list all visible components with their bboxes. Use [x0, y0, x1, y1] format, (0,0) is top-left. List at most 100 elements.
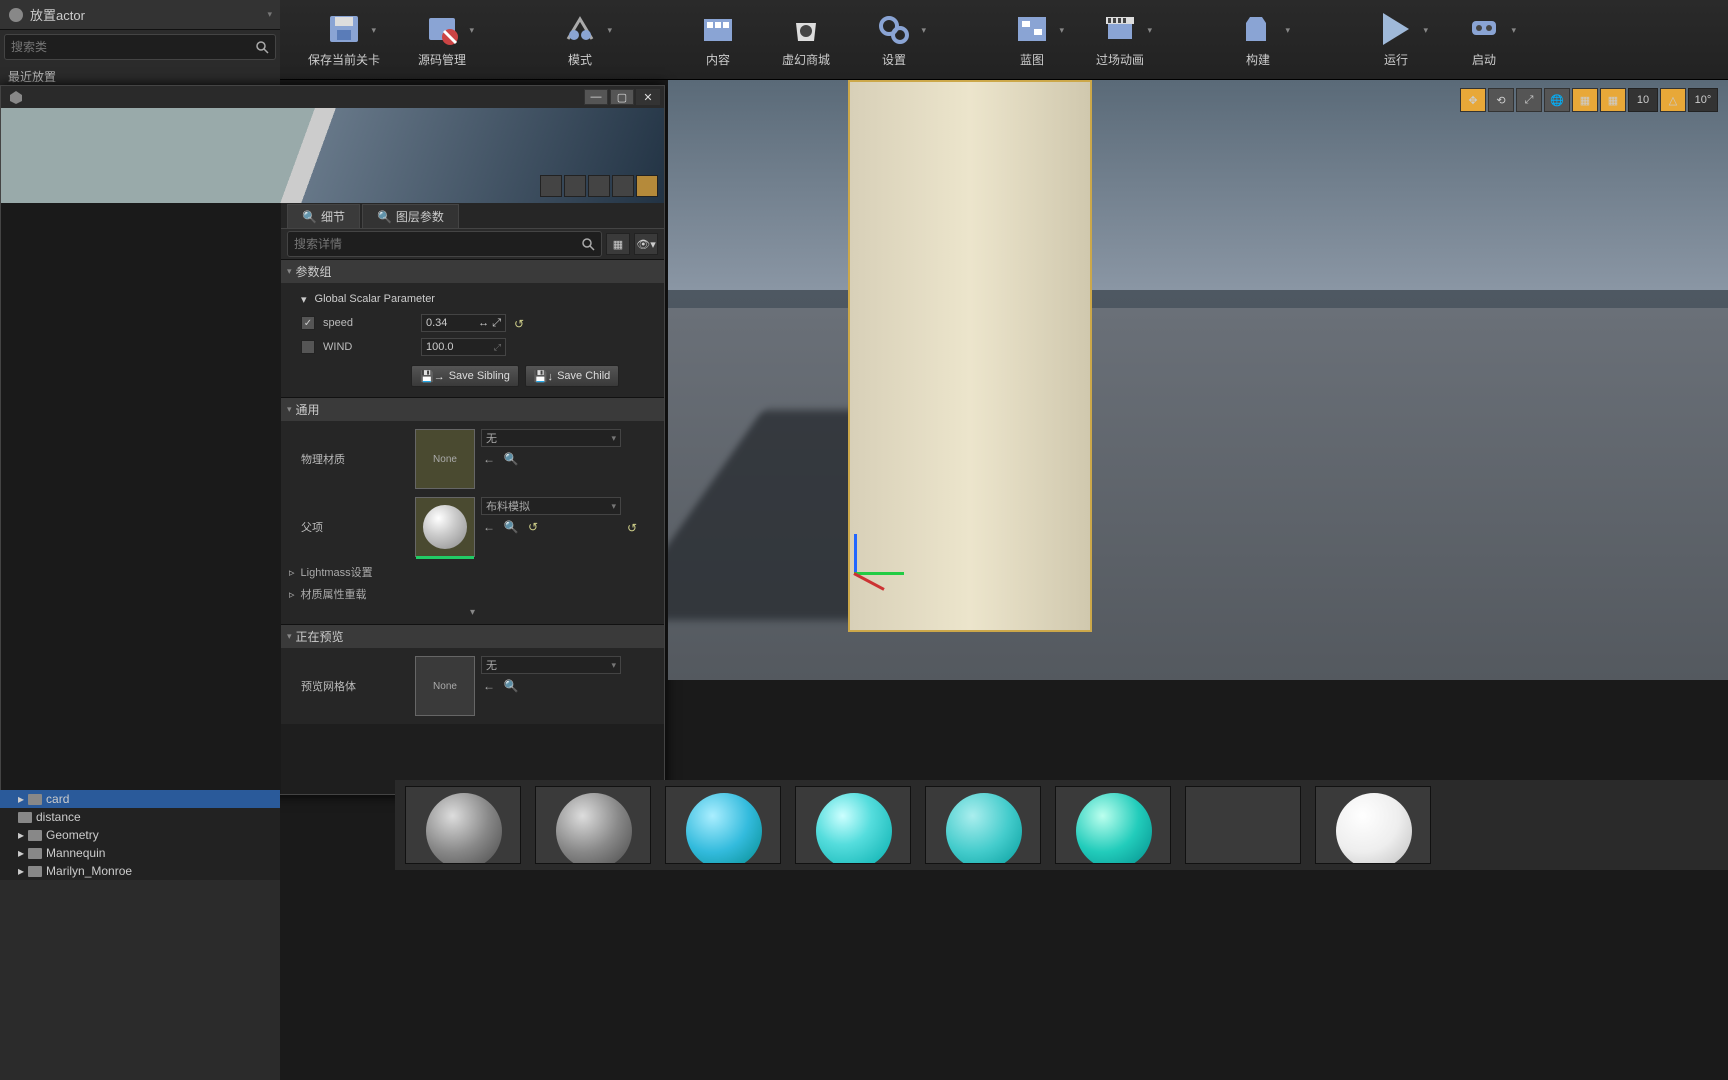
parent-dropdown[interactable]: 布料模拟 [481, 497, 621, 515]
tree-folder[interactable]: ▸Geometry [0, 826, 280, 844]
preview-sphere-button[interactable] [564, 175, 586, 197]
toolbar-save[interactable]: 保存当前关卡 [300, 7, 388, 72]
toolbar-settings[interactable]: 设置 [860, 7, 928, 72]
level-viewport[interactable]: ✥ ⟲ ⤢ 🌐 ▦ ▦ 10 △ 10° [668, 80, 1728, 680]
details-search-input[interactable] [294, 237, 581, 251]
asset-thumb[interactable] [535, 786, 651, 864]
place-actor-search[interactable] [4, 34, 276, 60]
toolbar-content[interactable]: 内容 [684, 7, 752, 72]
reset-icon[interactable]: ↺ [514, 317, 526, 329]
expand-icon: ▹ [289, 588, 295, 601]
browse-icon[interactable]: 🔍 [503, 451, 519, 467]
tree-folder[interactable]: ▸Marilyn_Monroe [0, 862, 280, 880]
preview-mesh-thumb[interactable]: None [415, 656, 475, 716]
angle-snap-button[interactable]: △ [1660, 88, 1686, 112]
tree-folder[interactable]: ▸card [0, 790, 280, 808]
content-browser-tree: ▸card distance ▸Geometry ▸Mannequin ▸Mar… [0, 790, 280, 880]
details-tabs: 🔍细节 🔍图层参数 [281, 203, 664, 229]
preview-shape-buttons [540, 175, 658, 197]
save-icon [324, 11, 364, 47]
grid-snap-value[interactable]: 10 [1628, 88, 1658, 112]
material-override-row[interactable]: ▹材质属性重载 [281, 583, 664, 605]
gizmo-z-axis[interactable] [854, 534, 857, 572]
expand-icon: ▸ [18, 828, 24, 842]
search-icon [255, 40, 269, 54]
view-options-button[interactable]: 👁▾ [634, 233, 658, 255]
tree-folder[interactable]: ▸Mannequin [0, 844, 280, 862]
scale-button[interactable]: ⤢ [1516, 88, 1542, 112]
preview-mesh-dropdown[interactable]: 无 [481, 656, 621, 674]
content-browser-assets [395, 780, 1728, 870]
section-general[interactable]: ▾通用 [281, 397, 664, 421]
tree-folder[interactable]: distance [0, 808, 280, 826]
use-selected-icon[interactable]: ← [481, 451, 497, 467]
translate-button[interactable]: ✥ [1460, 88, 1486, 112]
toolbar-modes[interactable]: 模式 [546, 7, 614, 72]
global-scalar-header[interactable]: ▾Global Scalar Parameter [281, 287, 664, 311]
parent-thumb[interactable] [415, 497, 475, 557]
close-button[interactable]: ✕ [636, 89, 660, 105]
reset-icon[interactable]: ↺ [525, 519, 541, 535]
asset-thumb[interactable] [665, 786, 781, 864]
browse-icon[interactable]: 🔍 [503, 519, 519, 535]
lightmass-row[interactable]: ▹Lightmass设置 [281, 561, 664, 583]
asset-thumb[interactable] [405, 786, 521, 864]
rotate-button[interactable]: ⟲ [1488, 88, 1514, 112]
use-selected-icon[interactable]: ← [481, 519, 497, 535]
phys-material-thumb[interactable]: None [415, 429, 475, 489]
speed-checkbox[interactable]: ✓ [301, 316, 315, 330]
preview-cube-button[interactable] [612, 175, 634, 197]
asset-thumb[interactable] [1315, 786, 1431, 864]
angle-snap-value[interactable]: 10° [1688, 88, 1718, 112]
save-icon: 💾→ [420, 370, 445, 383]
show-advanced-button[interactable]: ▾ [281, 605, 664, 620]
browse-icon[interactable]: 🔍 [503, 678, 519, 694]
asset-thumb[interactable] [925, 786, 1041, 864]
preview-plane-button[interactable] [588, 175, 610, 197]
property-matrix-button[interactable]: ▦ [606, 233, 630, 255]
tab-layer-params[interactable]: 🔍图层参数 [362, 204, 459, 228]
surface-snap-button[interactable]: ▦ [1572, 88, 1598, 112]
maximize-button[interactable]: ▢ [610, 89, 634, 105]
toolbar-build[interactable]: 构建 [1224, 7, 1292, 72]
save-child-button[interactable]: 💾↓Save Child [525, 365, 619, 387]
asset-thumb[interactable] [1055, 786, 1171, 864]
dropdown-icon[interactable]: ▾ [267, 9, 272, 20]
window-titlebar[interactable]: — ▢ ✕ [1, 86, 664, 108]
wind-input[interactable]: 100.0⤢ [421, 338, 506, 356]
phys-material-label: 物理材质 [281, 425, 411, 493]
preview-mesh-button[interactable] [636, 175, 658, 197]
material-preview[interactable] [1, 108, 664, 203]
asset-thumb[interactable] [795, 786, 911, 864]
toolbar-blueprint[interactable]: 蓝图 [998, 7, 1066, 72]
world-local-button[interactable]: 🌐 [1544, 88, 1570, 112]
section-param-group[interactable]: ▾参数组 [281, 259, 664, 283]
toolbar-marketplace[interactable]: 虚幻商城 [772, 7, 840, 72]
ue-logo-icon [8, 7, 24, 23]
toolbar-launch[interactable]: 启动 [1450, 7, 1518, 72]
toolbar-play[interactable]: 运行 [1362, 7, 1430, 72]
marketplace-icon [786, 11, 826, 47]
save-sibling-button[interactable]: 💾→Save Sibling [411, 365, 519, 387]
phys-material-dropdown[interactable]: 无 [481, 429, 621, 447]
asset-thumb[interactable] [1185, 786, 1301, 864]
place-actor-search-input[interactable] [11, 40, 255, 54]
section-preview[interactable]: ▾正在预览 [281, 624, 664, 648]
expand-icon: ▸ [18, 792, 24, 806]
minimize-button[interactable]: — [584, 89, 608, 105]
wind-checkbox[interactable] [301, 340, 315, 354]
details-search[interactable] [287, 231, 602, 257]
resize-icon: ↔ ⤢ [478, 317, 501, 330]
reset-icon[interactable]: ↺ [627, 521, 639, 533]
use-selected-icon[interactable]: ← [481, 678, 497, 694]
toolbar-source[interactable]: 源码管理 [408, 7, 476, 72]
preview-cylinder-button[interactable] [540, 175, 562, 197]
cloth-mesh[interactable] [848, 80, 1092, 632]
wind-label: WIND [323, 341, 413, 353]
toolbar-cinematics[interactable]: 过场动画 [1086, 7, 1154, 72]
tab-details[interactable]: 🔍细节 [287, 204, 360, 228]
speed-input[interactable]: 0.34↔ ⤢ [421, 314, 506, 332]
viewport-toolbar: ✥ ⟲ ⤢ 🌐 ▦ ▦ 10 △ 10° [1460, 88, 1718, 112]
grid-snap-button[interactable]: ▦ [1600, 88, 1626, 112]
play-icon [1376, 11, 1416, 47]
